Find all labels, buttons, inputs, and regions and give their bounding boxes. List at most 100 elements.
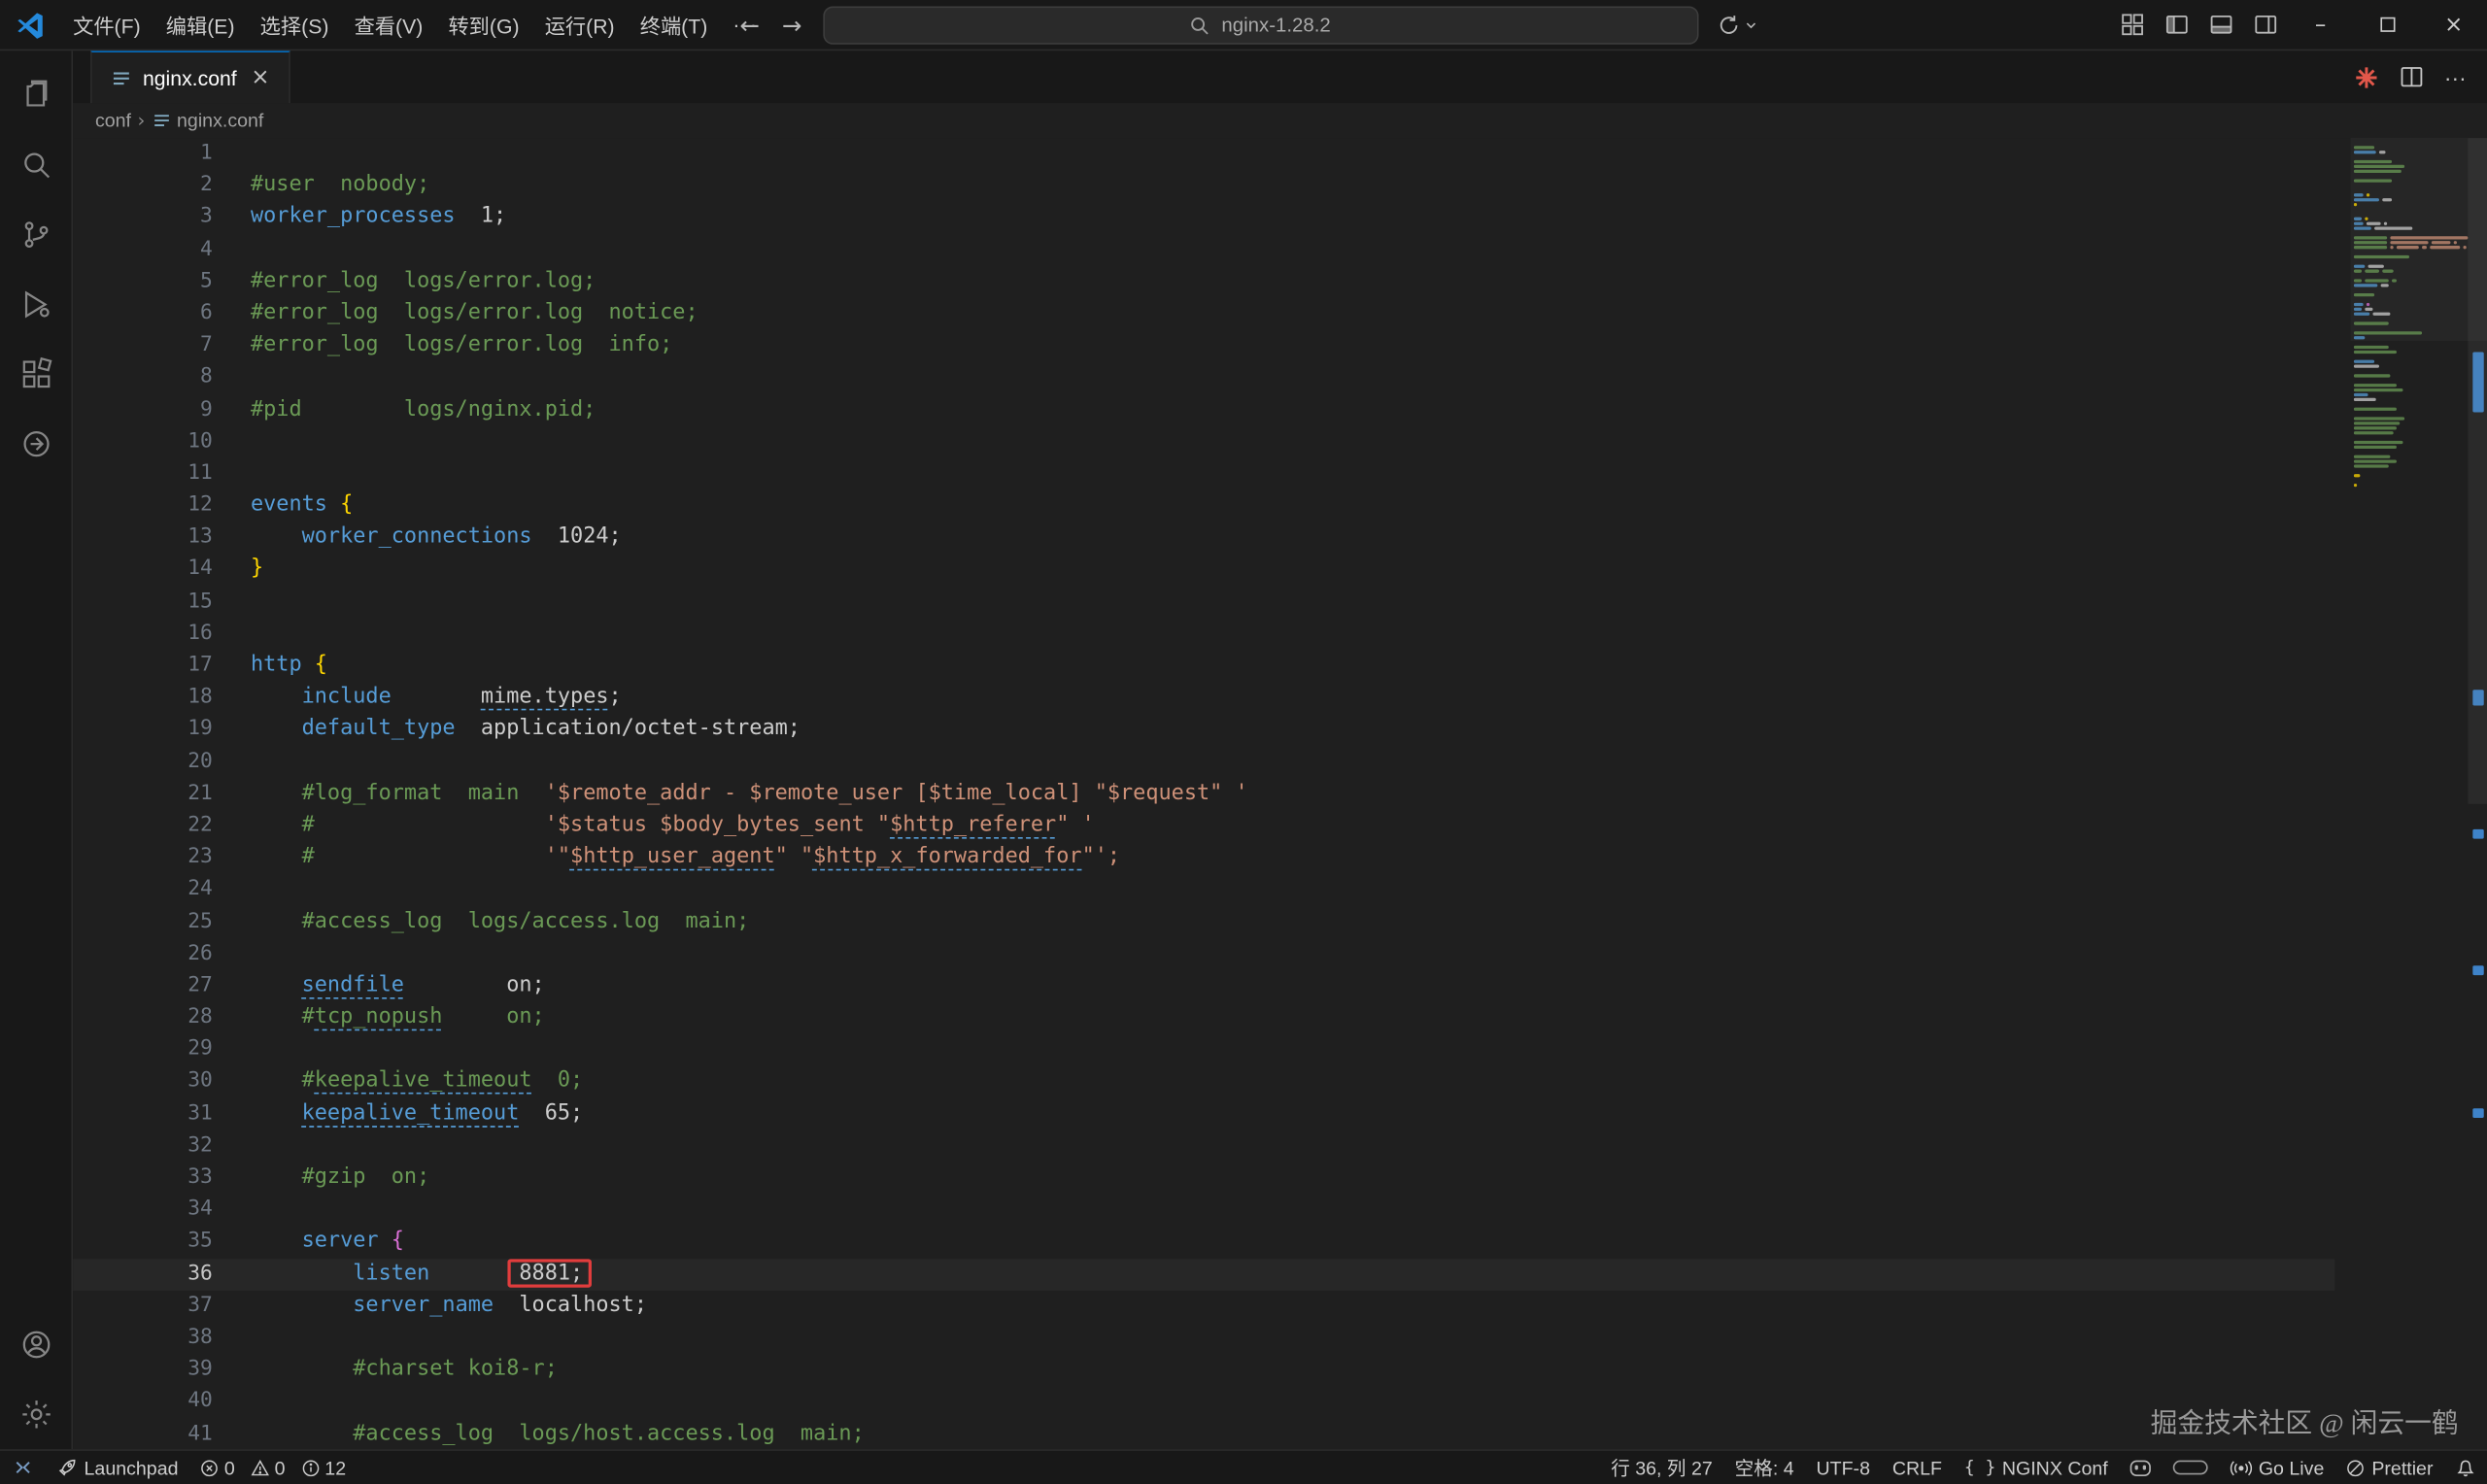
code-line[interactable]: 39 #charset koi8-r; bbox=[73, 1354, 2334, 1386]
code-line[interactable]: 11 bbox=[73, 458, 2334, 490]
cursor-position[interactable]: 行 36, 列 27 bbox=[1600, 1451, 1723, 1484]
code-line[interactable]: 37 server_name localhost; bbox=[73, 1291, 2334, 1323]
code-line[interactable]: 20 bbox=[73, 746, 2334, 778]
code-line[interactable]: 15 bbox=[73, 586, 2334, 618]
code-line[interactable]: 30 #keepalive_timeout 0; bbox=[73, 1066, 2334, 1098]
code-line[interactable]: 12events { bbox=[73, 490, 2334, 523]
menu-run[interactable]: 运行(R) bbox=[532, 5, 628, 45]
code-line[interactable]: 18 include mime.types; bbox=[73, 682, 2334, 714]
tab-close-icon[interactable]: × bbox=[248, 65, 273, 90]
command-center-search[interactable]: nginx-1.28.2 bbox=[823, 7, 1698, 45]
menu-selection[interactable]: 选择(S) bbox=[248, 5, 342, 45]
code-line[interactable]: 13 worker_connections 1024; bbox=[73, 523, 2334, 555]
line-number: 1 bbox=[73, 138, 213, 170]
code-line[interactable]: 5#error_log logs/error.log; bbox=[73, 266, 2334, 298]
code-editor[interactable]: 12#user nobody;3worker_processes 1;45#er… bbox=[73, 138, 2487, 1449]
encoding-setting[interactable]: UTF-8 bbox=[1805, 1451, 1881, 1484]
settings-gear-icon[interactable] bbox=[0, 1379, 72, 1449]
code-line[interactable]: 23 # '"$http_user_agent" "$http_x_forwar… bbox=[73, 842, 2334, 874]
code-line[interactable]: 40 bbox=[73, 1386, 2334, 1418]
eol-setting[interactable]: CRLF bbox=[1881, 1451, 1953, 1484]
code-token: " " bbox=[775, 845, 813, 868]
code-line[interactable]: 27 sendfile on; bbox=[73, 970, 2334, 1002]
code-line[interactable]: 21 #log_format main '$remote_addr - $rem… bbox=[73, 778, 2334, 810]
line-content bbox=[213, 426, 251, 458]
remote-indicator-icon[interactable] bbox=[0, 1451, 46, 1484]
code-line[interactable]: 17http { bbox=[73, 650, 2334, 682]
toggle-sidebar-icon[interactable] bbox=[2154, 0, 2198, 50]
chevron-right-icon: › bbox=[138, 110, 146, 132]
code-line[interactable]: 9#pid logs/nginx.pid; bbox=[73, 394, 2334, 426]
remote-explorer-icon[interactable] bbox=[0, 409, 72, 479]
more-actions-icon[interactable]: ··· bbox=[2436, 58, 2474, 96]
code-line[interactable]: 6#error_log logs/error.log notice; bbox=[73, 298, 2334, 330]
code-line[interactable]: 14} bbox=[73, 555, 2334, 587]
prettier-status-button[interactable]: Prettier bbox=[2335, 1451, 2444, 1484]
problems-button[interactable]: 0 0 12 bbox=[189, 1451, 366, 1484]
titlebar-controls: – × bbox=[2109, 0, 2487, 50]
breadcrumb-folder[interactable]: conf bbox=[95, 110, 131, 132]
line-content bbox=[213, 458, 251, 490]
code-line[interactable]: 1 bbox=[73, 138, 2334, 170]
minimap[interactable] bbox=[2354, 138, 2469, 489]
source-control-icon[interactable] bbox=[0, 200, 72, 270]
code-line[interactable]: 3worker_processes 1; bbox=[73, 202, 2334, 234]
code-line[interactable]: 31 keepalive_timeout 65; bbox=[73, 1098, 2334, 1130]
toggle-secondary-sidebar-icon[interactable] bbox=[2243, 0, 2288, 50]
account-icon[interactable] bbox=[0, 1310, 72, 1380]
code-line[interactable]: 32 bbox=[73, 1130, 2334, 1163]
code-line[interactable]: 16 bbox=[73, 618, 2334, 650]
code-line[interactable]: 25 #access_log logs/access.log main; bbox=[73, 906, 2334, 938]
code-line[interactable]: 19 default_type application/octet-stream… bbox=[73, 714, 2334, 746]
code-line[interactable]: 7#error_log logs/error.log info; bbox=[73, 330, 2334, 362]
close-window-button[interactable]: × bbox=[2420, 0, 2487, 50]
search-sidebar-icon[interactable] bbox=[0, 130, 72, 200]
code-line[interactable]: 28 #tcp_nopush on; bbox=[73, 1002, 2334, 1034]
code-line[interactable]: 41 #access_log logs/host.access.log main… bbox=[73, 1418, 2334, 1449]
run-debug-icon[interactable] bbox=[0, 270, 72, 340]
customize-layout-icon[interactable] bbox=[2109, 0, 2154, 50]
menu-go[interactable]: 转到(G) bbox=[435, 5, 531, 45]
split-editor-icon[interactable] bbox=[2392, 58, 2430, 96]
breadcrumb-file[interactable]: nginx.conf bbox=[177, 110, 263, 132]
line-content bbox=[213, 1195, 251, 1227]
launchpad-button[interactable]: Launchpad bbox=[46, 1451, 189, 1484]
maximize-button[interactable] bbox=[2354, 0, 2421, 50]
code-line[interactable]: 33 #gzip on; bbox=[73, 1163, 2334, 1195]
code-line[interactable]: 38 bbox=[73, 1323, 2334, 1355]
menu-view[interactable]: 查看(V) bbox=[342, 5, 436, 45]
minimize-button[interactable]: – bbox=[2287, 0, 2354, 50]
code-line[interactable]: 29 bbox=[73, 1034, 2334, 1066]
nav-forward-button[interactable]: → bbox=[770, 8, 812, 43]
code-line[interactable]: 34 bbox=[73, 1195, 2334, 1227]
line-content bbox=[213, 1323, 251, 1355]
code-line[interactable]: 2#user nobody; bbox=[73, 170, 2334, 202]
code-line[interactable]: 35 server { bbox=[73, 1227, 2334, 1259]
copilot-status-button[interactable] bbox=[2119, 1451, 2162, 1484]
vertical-scrollbar[interactable] bbox=[2468, 138, 2487, 804]
indentation-setting[interactable]: 空格: 4 bbox=[1723, 1451, 1805, 1484]
code-line[interactable]: 24 bbox=[73, 874, 2334, 906]
code-line[interactable]: 10 bbox=[73, 426, 2334, 458]
refresh-dropdown-button[interactable] bbox=[1717, 15, 1757, 37]
code-line[interactable]: 36 listen 8881; bbox=[73, 1259, 2334, 1291]
notifications-bell-icon[interactable] bbox=[2444, 1451, 2487, 1484]
tab-nginx-conf[interactable]: nginx.conf × bbox=[90, 51, 290, 103]
explorer-icon[interactable] bbox=[0, 60, 72, 130]
code-line[interactable]: 8 bbox=[73, 362, 2334, 394]
menu-terminal[interactable]: 终端(T) bbox=[628, 5, 721, 45]
code-line[interactable]: 26 bbox=[73, 938, 2334, 970]
code-line[interactable]: 22 # '$status $body_bytes_sent "$http_re… bbox=[73, 810, 2334, 842]
code-token: #access_log logs/host.access.log main; bbox=[251, 1422, 865, 1445]
nav-back-button[interactable]: ← bbox=[729, 8, 770, 43]
menu-file[interactable]: 文件(F) bbox=[60, 5, 153, 45]
extension-action-icon[interactable] bbox=[2347, 58, 2385, 96]
toggle-panel-icon[interactable] bbox=[2198, 0, 2243, 50]
language-mode[interactable]: { } NGINX Conf bbox=[1953, 1451, 2119, 1484]
spellcheck-status-button[interactable] bbox=[2162, 1451, 2219, 1484]
code-token: #error_log logs/error.log info; bbox=[251, 333, 672, 356]
go-live-button[interactable]: Go Live bbox=[2219, 1451, 2335, 1484]
code-line[interactable]: 4 bbox=[73, 234, 2334, 266]
extensions-icon[interactable] bbox=[0, 339, 72, 409]
menu-edit[interactable]: 编辑(E) bbox=[153, 5, 248, 45]
